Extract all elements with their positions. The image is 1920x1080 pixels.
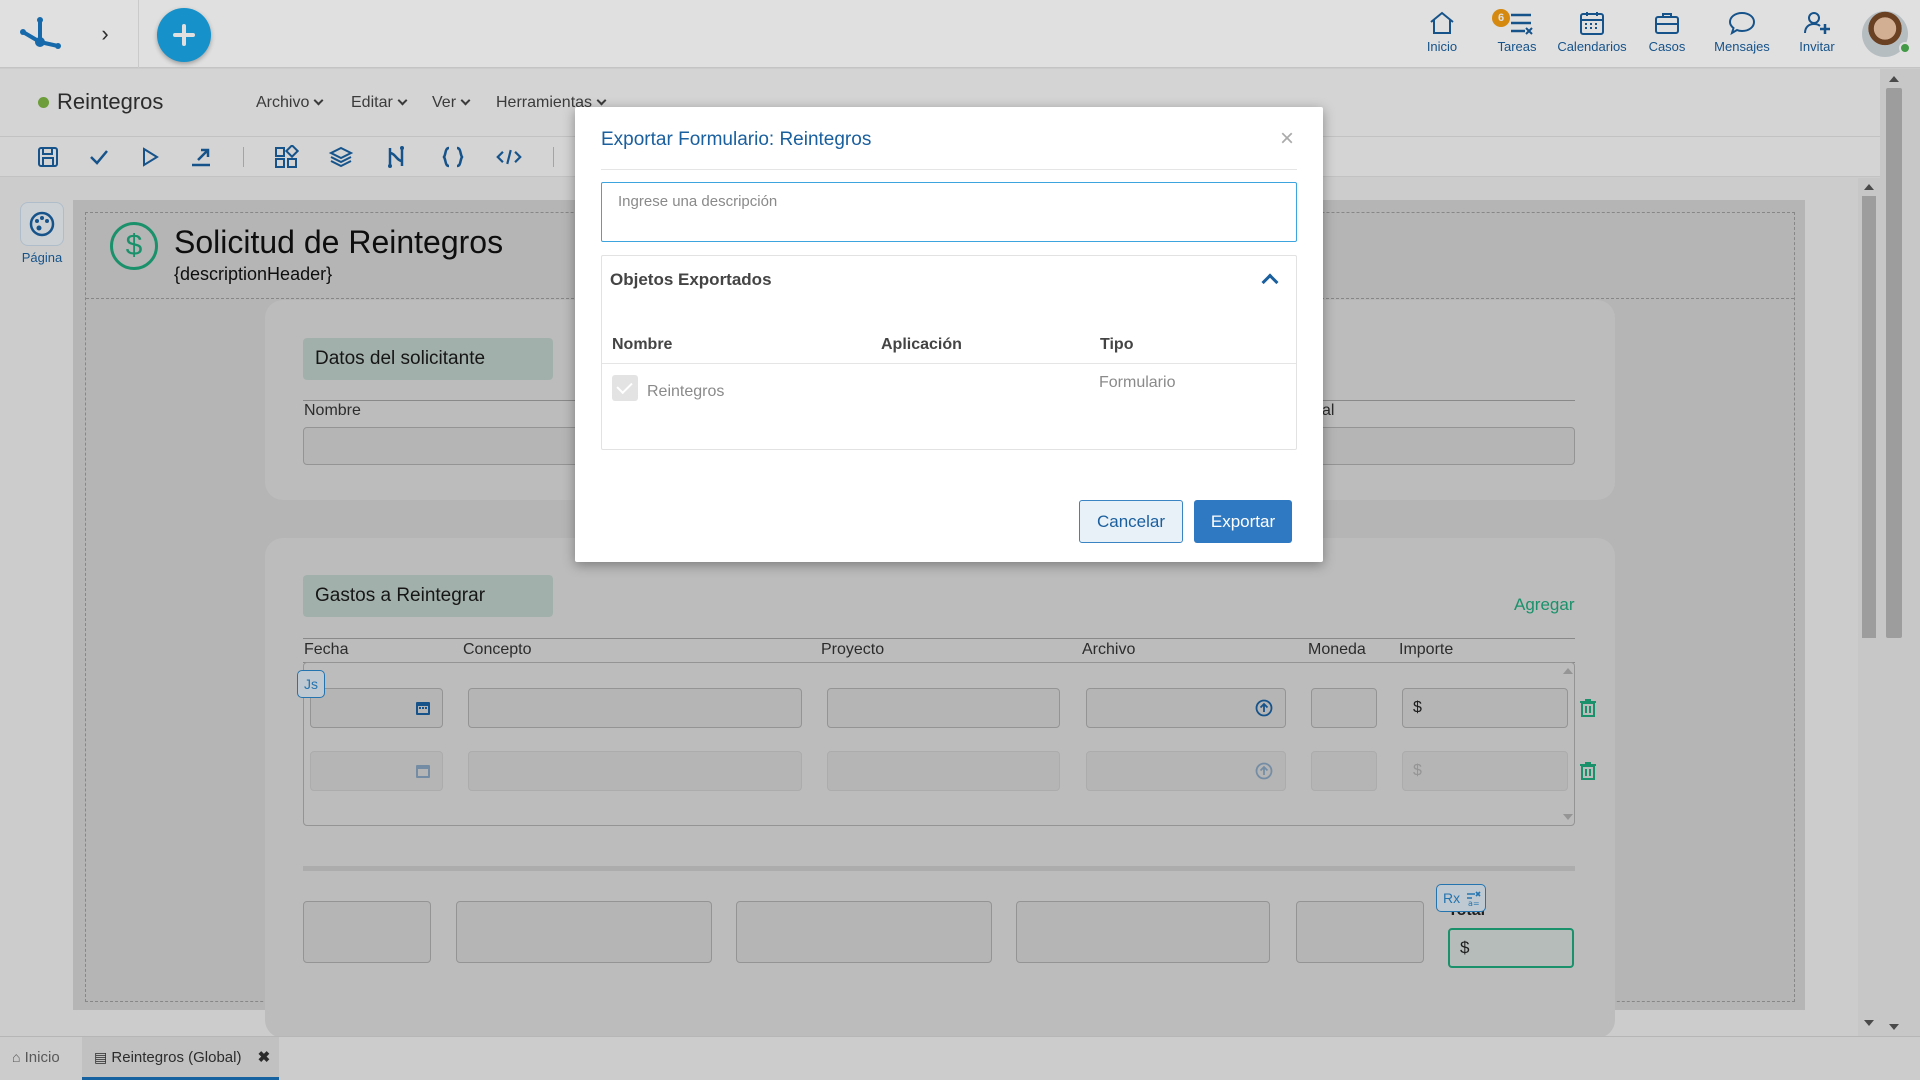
dialog-separator bbox=[601, 169, 1297, 170]
chevron-up-icon[interactable] bbox=[1261, 273, 1279, 291]
row-type: Formulario bbox=[1099, 374, 1176, 391]
column-nombre: Nombre bbox=[612, 336, 673, 353]
close-icon[interactable]: × bbox=[1275, 125, 1299, 153]
column-aplicacion: Aplicación bbox=[881, 336, 962, 353]
dialog-title: Exportar Formulario: Reintegros bbox=[601, 129, 872, 150]
export-form-dialog: Exportar Formulario: Reintegros × Objeto… bbox=[575, 107, 1323, 562]
table-header-line bbox=[602, 363, 1296, 364]
exported-objects-panel: Objetos Exportados Nombre Aplicación Tip… bbox=[601, 255, 1297, 450]
cancel-button[interactable]: Cancelar bbox=[1079, 500, 1183, 543]
description-input[interactable] bbox=[601, 182, 1297, 242]
export-button[interactable]: Exportar bbox=[1194, 500, 1292, 543]
column-tipo: Tipo bbox=[1100, 336, 1134, 353]
panel-title: Objetos Exportados bbox=[610, 270, 772, 289]
row-checkbox[interactable] bbox=[612, 375, 638, 401]
row-name: Reintegros bbox=[647, 383, 725, 400]
